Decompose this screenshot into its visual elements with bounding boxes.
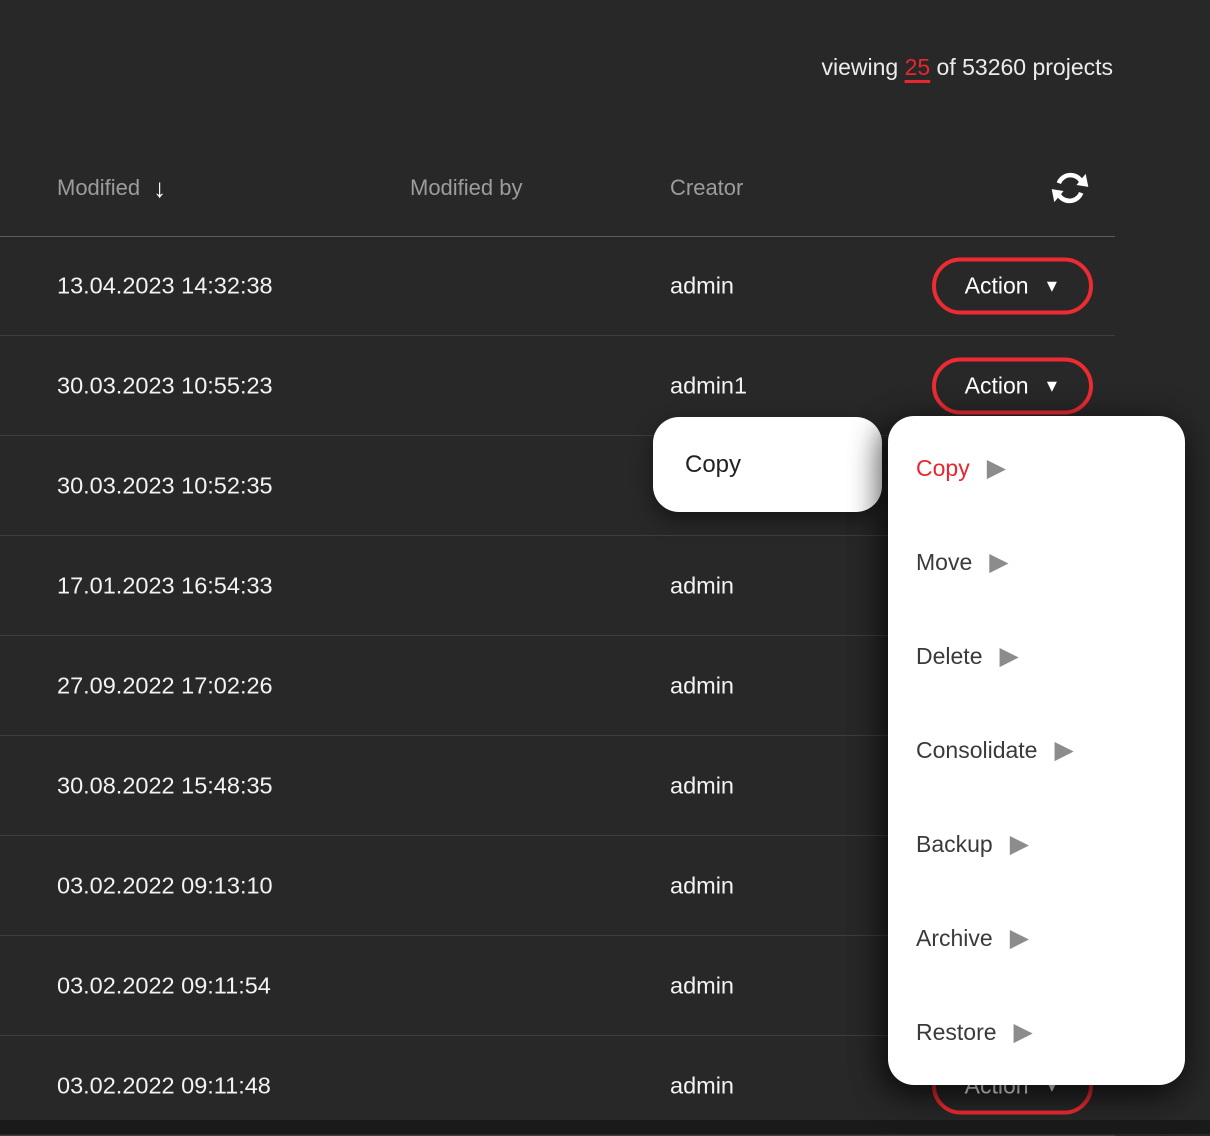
- creator-cell: admin: [670, 672, 734, 699]
- creator-cell: admin1: [670, 372, 747, 399]
- menu-item-copy[interactable]: Copy ▶: [888, 422, 1185, 516]
- action-dropdown-menu: Copy ▶ Move ▶ Delete ▶ Consolidate ▶ Bac…: [888, 416, 1185, 1085]
- creator-cell: admin: [670, 272, 734, 299]
- modified-cell: 03.02.2022 09:11:48: [57, 1072, 271, 1099]
- menu-item-restore[interactable]: Restore ▶: [888, 985, 1185, 1079]
- menu-item-label: Copy: [916, 455, 970, 482]
- refresh-button[interactable]: [1048, 166, 1092, 210]
- menu-item-archive[interactable]: Archive ▶: [888, 891, 1185, 985]
- copy-submenu-popup[interactable]: Copy: [653, 417, 882, 512]
- action-button[interactable]: Action ▼: [932, 257, 1093, 314]
- action-button-label: Action: [965, 272, 1029, 299]
- menu-item-move[interactable]: Move ▶: [888, 516, 1185, 610]
- viewing-count-link[interactable]: 25: [905, 54, 931, 80]
- caret-down-icon: ▼: [1044, 277, 1061, 294]
- submenu-arrow-icon: ▶: [1054, 738, 1073, 763]
- column-header-creator[interactable]: Creator: [670, 175, 743, 201]
- menu-item-label: Delete: [916, 643, 982, 670]
- action-button-label: Action: [965, 372, 1029, 399]
- column-header-modified-label: Modified: [57, 175, 140, 201]
- menu-item-label: Move: [916, 549, 972, 576]
- creator-cell: admin: [670, 1072, 734, 1099]
- menu-item-label: Backup: [916, 831, 993, 858]
- summary-prefix: viewing: [821, 54, 904, 80]
- submenu-arrow-icon: ▶: [1014, 1020, 1033, 1045]
- submenu-arrow-icon: ▶: [1010, 926, 1029, 951]
- menu-item-label: Consolidate: [916, 737, 1037, 764]
- modified-cell: 27.09.2022 17:02:26: [57, 672, 273, 699]
- copy-submenu-label: Copy: [685, 451, 741, 479]
- creator-cell: admin: [670, 972, 734, 999]
- menu-item-label: Archive: [916, 925, 993, 952]
- submenu-arrow-icon: ▶: [987, 456, 1006, 481]
- submenu-arrow-icon: ▶: [989, 550, 1008, 575]
- modified-cell: 30.03.2023 10:55:23: [57, 372, 273, 399]
- creator-cell: admin: [670, 772, 734, 799]
- summary-suffix: of 53260 projects: [930, 54, 1113, 80]
- modified-cell: 30.08.2022 15:48:35: [57, 772, 273, 799]
- menu-item-label: Restore: [916, 1019, 997, 1046]
- refresh-icon: [1048, 166, 1092, 210]
- modified-cell: 03.02.2022 09:13:10: [57, 872, 273, 899]
- modified-cell: 03.02.2022 09:11:54: [57, 972, 271, 999]
- menu-item-backup[interactable]: Backup ▶: [888, 797, 1185, 891]
- action-button[interactable]: Action ▼: [932, 357, 1093, 414]
- modified-cell: 17.01.2023 16:54:33: [57, 572, 273, 599]
- table-row: 13.04.2023 14:32:38 admin Action ▼: [0, 236, 1115, 336]
- bottom-edge-strip: [0, 1120, 1210, 1134]
- modified-cell: 30.03.2023 10:52:35: [57, 472, 273, 499]
- submenu-arrow-icon: ▶: [999, 644, 1018, 669]
- results-summary: viewing 25 of 53260 projects: [821, 54, 1113, 81]
- caret-down-icon: ▼: [1044, 377, 1061, 394]
- menu-item-consolidate[interactable]: Consolidate ▶: [888, 704, 1185, 798]
- sort-descending-icon: ↓: [153, 175, 166, 201]
- creator-cell: admin: [670, 572, 734, 599]
- modified-cell: 13.04.2023 14:32:38: [57, 272, 273, 299]
- column-header-modified[interactable]: Modified ↓: [57, 175, 166, 201]
- table-header: Modified ↓ Modified by Creator: [0, 140, 1115, 237]
- menu-item-delete[interactable]: Delete ▶: [888, 610, 1185, 704]
- submenu-arrow-icon: ▶: [1010, 832, 1029, 857]
- creator-cell: admin: [670, 872, 734, 899]
- column-header-modified-by[interactable]: Modified by: [410, 175, 523, 201]
